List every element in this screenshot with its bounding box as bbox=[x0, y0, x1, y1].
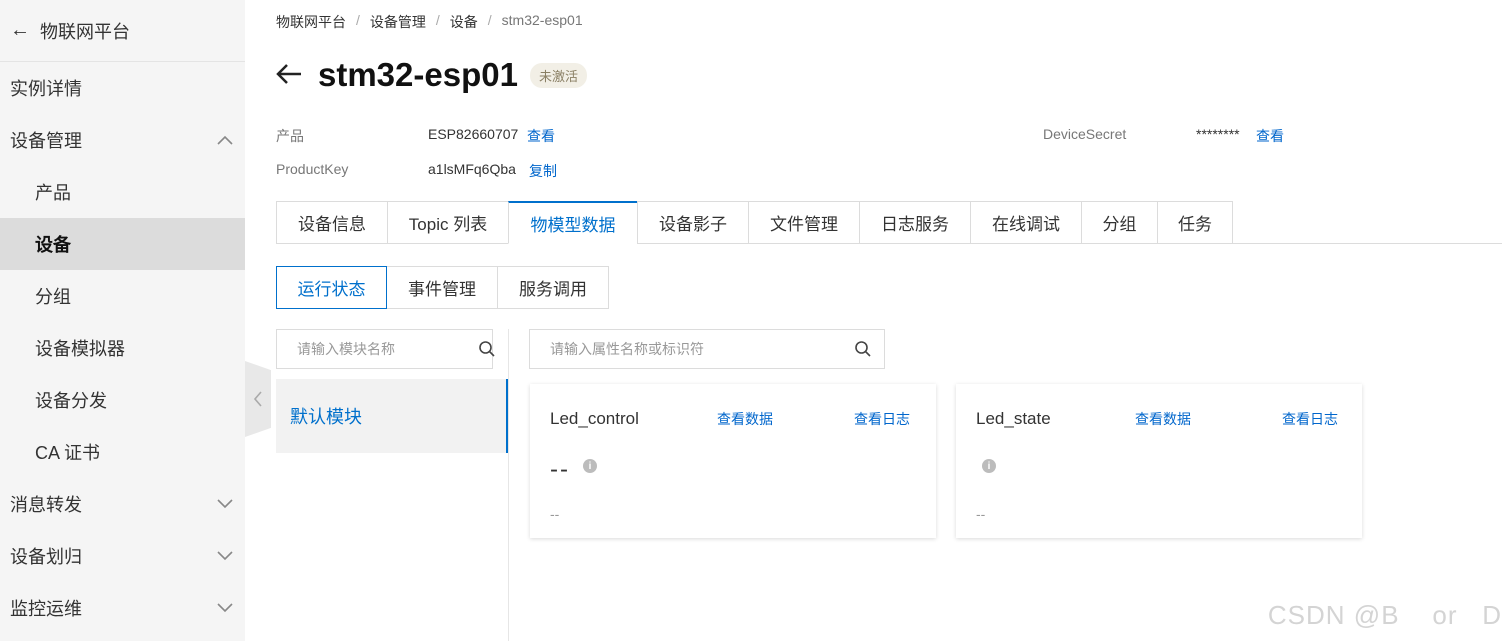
breadcrumb-separator: / bbox=[487, 12, 492, 28]
tab-device-shadow[interactable]: 设备影子 bbox=[637, 201, 748, 244]
sidebar-item-group[interactable]: 分组 bbox=[0, 270, 245, 322]
module-panel-divider bbox=[508, 329, 509, 641]
view-data-link[interactable]: 查看数据 bbox=[1135, 409, 1191, 429]
chevron-left-icon bbox=[253, 391, 262, 407]
subtab-event-management[interactable]: 事件管理 bbox=[386, 266, 498, 309]
devicesecret-view-link[interactable]: 查看 bbox=[1256, 126, 1284, 146]
devicesecret-label: DeviceSecret bbox=[1043, 126, 1127, 142]
sidebar-item-instance-detail[interactable]: 实例详情 bbox=[0, 62, 245, 114]
sidebar-item-device-distribution[interactable]: 设备分发 bbox=[0, 374, 245, 426]
tab-device-info[interactable]: 设备信息 bbox=[276, 201, 387, 244]
sidebar-item-label: 监控运维 bbox=[10, 599, 82, 619]
sidebar-item-label: 设备划归 bbox=[10, 547, 82, 567]
breadcrumb: 物联网平台 / 设备管理 / 设备 / stm32-esp01 bbox=[276, 12, 583, 32]
breadcrumb-separator: / bbox=[356, 12, 360, 28]
tab-topic-list[interactable]: Topic 列表 bbox=[387, 201, 508, 244]
sidebar-item-device[interactable]: 设备 bbox=[0, 218, 245, 270]
module-search-box bbox=[276, 329, 496, 369]
tab-file-management[interactable]: 文件管理 bbox=[748, 201, 859, 244]
property-update-time: -- bbox=[550, 506, 560, 522]
sidebar-item-monitoring[interactable]: 监控运维 bbox=[0, 582, 245, 634]
property-update-time: -- bbox=[976, 506, 986, 522]
tab-task[interactable]: 任务 bbox=[1157, 201, 1233, 244]
property-value: -- bbox=[550, 456, 570, 483]
main-tabs: 设备信息 Topic 列表 物模型数据 设备影子 文件管理 日志服务 在线调试 … bbox=[276, 201, 1233, 244]
sidebar-item-label: 消息转发 bbox=[10, 495, 82, 515]
view-data-link[interactable]: 查看数据 bbox=[717, 409, 773, 429]
view-log-link[interactable]: 查看日志 bbox=[1282, 409, 1338, 429]
property-name: Led_state bbox=[976, 409, 1051, 428]
back-arrow-icon[interactable] bbox=[276, 59, 302, 91]
back-arrow-icon: ← bbox=[10, 19, 30, 41]
page-title: stm32-esp01 bbox=[318, 56, 518, 93]
product-label: 产品 bbox=[276, 128, 304, 144]
sidebar-title: 物联网平台 bbox=[40, 21, 130, 42]
sidebar-item-label: 设备模拟器 bbox=[35, 339, 125, 359]
chevron-down-icon bbox=[217, 548, 233, 564]
page-header: stm32-esp01 未激活 bbox=[276, 56, 587, 94]
productkey-copy-link[interactable]: 复制 bbox=[529, 161, 557, 181]
tab-log-service[interactable]: 日志服务 bbox=[859, 201, 970, 244]
devicesecret-value: ******** bbox=[1196, 126, 1240, 142]
property-search-input[interactable] bbox=[550, 341, 854, 357]
sidebar-item-device-simulator[interactable]: 设备模拟器 bbox=[0, 322, 245, 374]
sidebar-item-message-forward[interactable]: 消息转发 bbox=[0, 478, 245, 530]
chevron-down-icon bbox=[217, 600, 233, 616]
tab-thing-model-data[interactable]: 物模型数据 bbox=[508, 201, 637, 244]
chevron-down-icon bbox=[217, 496, 233, 512]
sidebar-item-label: 设备管理 bbox=[10, 131, 82, 151]
watermark: CSDN @B or D bbox=[1267, 600, 1502, 630]
sidebar-item-device-management[interactable]: 设备管理 bbox=[0, 114, 245, 166]
productkey-value: a1lsMFq6Qba bbox=[428, 161, 516, 177]
sidebar-item-ca-cert[interactable]: CA 证书 bbox=[0, 426, 245, 478]
sidebar-collapse-handle[interactable] bbox=[245, 361, 271, 437]
product-value: ESP82660707 bbox=[428, 126, 519, 142]
sidebar-item-device-assign[interactable]: 设备划归 bbox=[0, 530, 245, 582]
sidebar-item-label: CA 证书 bbox=[35, 443, 101, 463]
subtab-running-status[interactable]: 运行状态 bbox=[276, 266, 387, 309]
tab-online-debug[interactable]: 在线调试 bbox=[970, 201, 1081, 244]
breadcrumb-item[interactable]: 设备管理 bbox=[370, 12, 426, 32]
sidebar: ← 物联网平台 实例详情 设备管理 产品 设备 分组 设备模拟器 设备分发 CA… bbox=[0, 0, 245, 641]
sidebar-item-label: 分组 bbox=[35, 287, 71, 307]
breadcrumb-item[interactable]: 物联网平台 bbox=[276, 12, 346, 32]
chevron-up-icon bbox=[217, 132, 233, 148]
sub-tabs: 运行状态 事件管理 服务调用 bbox=[276, 266, 609, 309]
info-icon[interactable]: i bbox=[583, 459, 597, 473]
product-view-link[interactable]: 查看 bbox=[527, 126, 555, 146]
info-icon[interactable]: i bbox=[982, 459, 996, 473]
view-log-link[interactable]: 查看日志 bbox=[854, 409, 910, 429]
module-search-input[interactable] bbox=[297, 341, 478, 357]
sidebar-item-label: 产品 bbox=[35, 183, 71, 203]
property-card-led-state: Led_state 查看数据 查看日志 i -- bbox=[956, 384, 1362, 538]
productkey-label: ProductKey bbox=[276, 161, 349, 177]
property-card-led-control: Led_control 查看数据 查看日志 -- i -- bbox=[530, 384, 936, 538]
sidebar-item-label: 设备 bbox=[35, 235, 71, 255]
breadcrumb-separator: / bbox=[435, 12, 440, 28]
search-icon[interactable] bbox=[854, 340, 872, 358]
sidebar-item-label: 实例详情 bbox=[10, 79, 82, 99]
breadcrumb-item[interactable]: 设备 bbox=[450, 12, 478, 32]
tab-group[interactable]: 分组 bbox=[1081, 201, 1157, 244]
search-icon[interactable] bbox=[478, 340, 496, 358]
property-name: Led_control bbox=[550, 409, 639, 428]
breadcrumb-current: stm32-esp01 bbox=[501, 12, 583, 28]
subtab-service-call[interactable]: 服务调用 bbox=[497, 266, 609, 309]
status-badge: 未激活 bbox=[529, 62, 587, 88]
property-search-box bbox=[529, 329, 885, 369]
sidebar-back-header[interactable]: ← 物联网平台 bbox=[0, 0, 245, 62]
sidebar-item-label: 设备分发 bbox=[35, 391, 107, 411]
module-item-default[interactable]: 默认模块 bbox=[276, 379, 508, 453]
sidebar-item-product[interactable]: 产品 bbox=[0, 166, 245, 218]
